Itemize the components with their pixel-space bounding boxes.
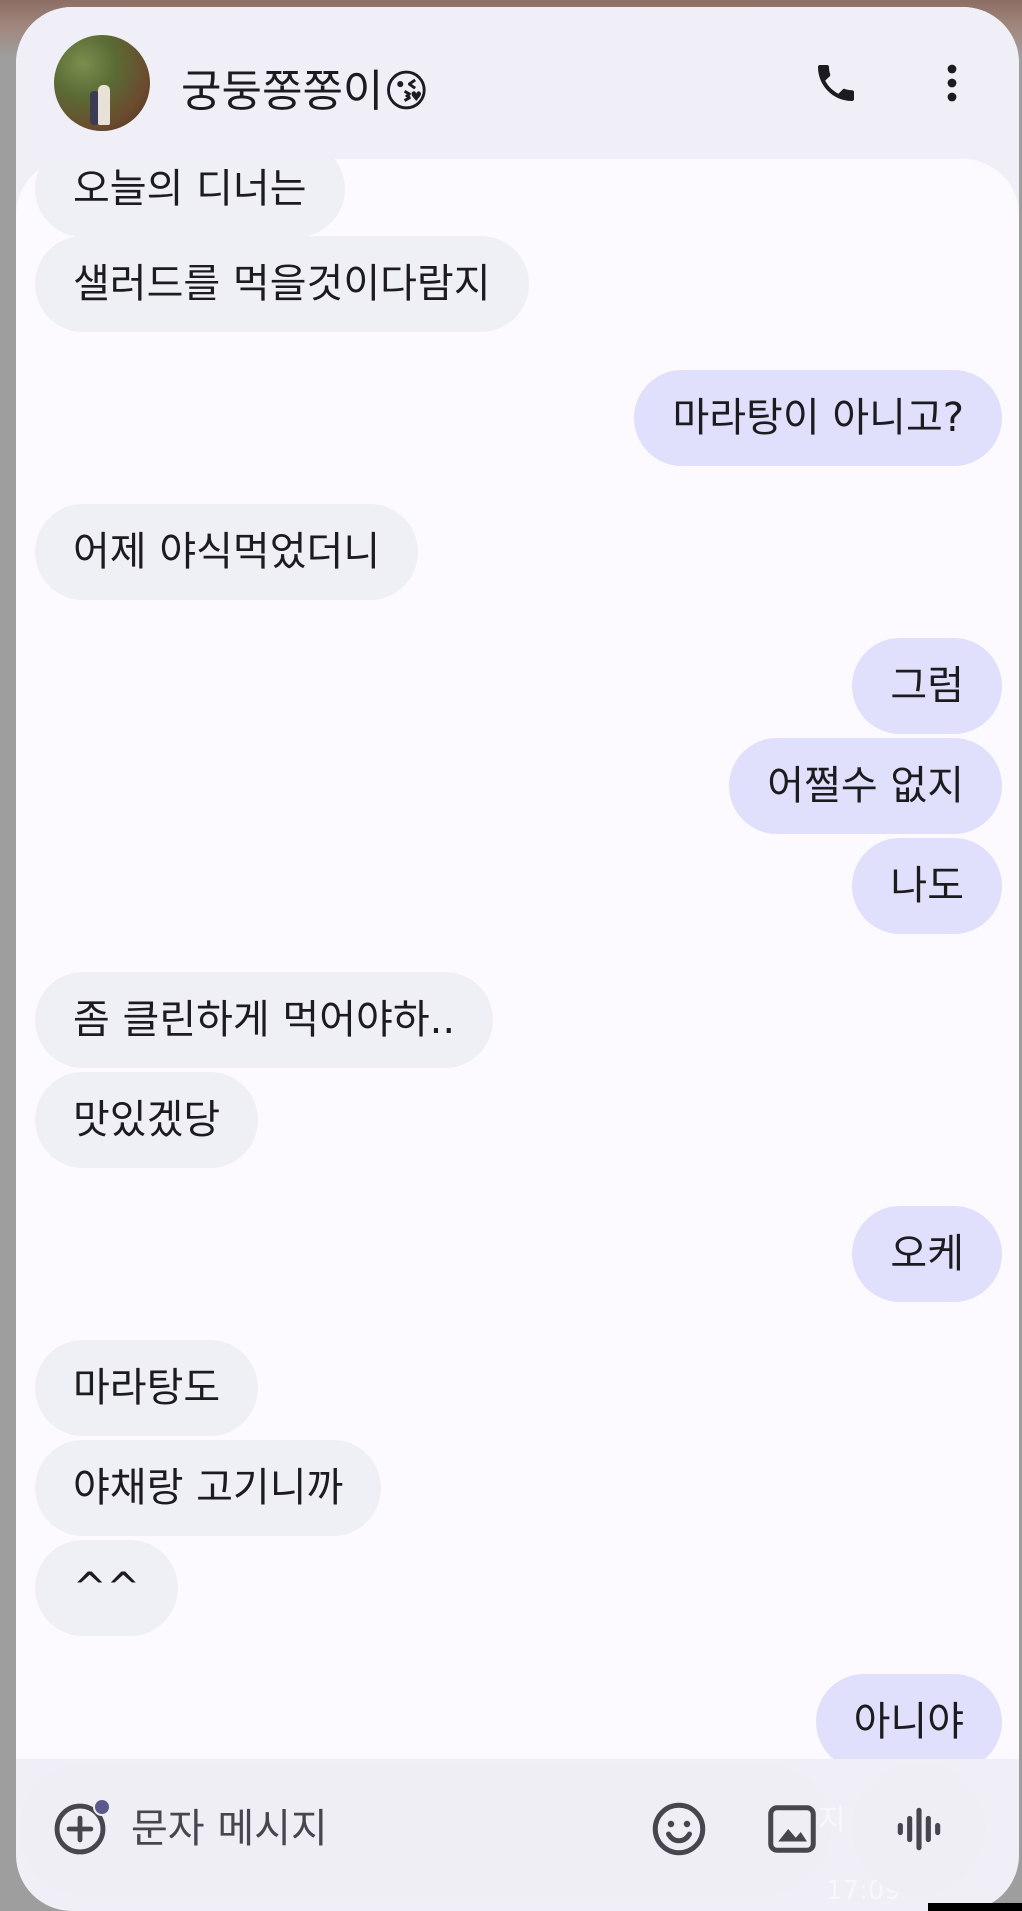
outgoing-message[interactable]: 나도 (852, 838, 1002, 934)
incoming-message[interactable]: 맛있겠당 (35, 1072, 259, 1168)
incoming-message[interactable]: 샐러드를 먹을것이다람지 (35, 236, 529, 332)
outgoing-message[interactable]: 그럼 (852, 638, 1002, 734)
incoming-message[interactable]: 야채랑 고기니까 (35, 1440, 382, 1536)
image-icon[interactable] (762, 1799, 822, 1859)
screen-corner (928, 1903, 1022, 1911)
outgoing-message[interactable]: 아니야 (815, 1674, 1002, 1759)
contact-avatar[interactable] (54, 35, 150, 131)
avatar-figure (98, 85, 110, 125)
incoming-message[interactable]: 어제 야식먹었더니 (35, 504, 419, 600)
incoming-message[interactable]: 좀 클린하게 먹어야하.. (35, 972, 494, 1068)
more-vert-icon[interactable] (922, 53, 982, 113)
outgoing-message[interactable]: 어쩔수 없지 (729, 738, 1002, 834)
incoming-message[interactable]: 오늘의 디너는 (35, 159, 345, 237)
outgoing-message[interactable]: 오케 (852, 1206, 1002, 1302)
message-composer (19, 1762, 831, 1896)
voice-waveform-icon (897, 1807, 941, 1851)
emoji-icon[interactable] (649, 1799, 709, 1859)
messaging-sheet: 궁둥쫑쫑이😘 오늘의 디너는 샐러드를 먹을것이다람지 마라탕이 아니고? 어제… (16, 7, 1019, 1911)
message-input[interactable] (131, 1762, 511, 1896)
message-list[interactable]: 오늘의 디너는 샐러드를 먹을것이다람지 마라탕이 아니고? 어제 야식먹었더니… (16, 159, 1019, 1759)
incoming-message[interactable]: 마라탕도 (35, 1340, 259, 1436)
contact-name[interactable]: 궁둥쫑쫑이😘 (181, 55, 429, 119)
incoming-message[interactable]: ^^ (35, 1540, 179, 1636)
voice-message-button[interactable] (852, 1762, 986, 1896)
obscured-preview-text: 지 (818, 1803, 846, 1838)
phone-icon[interactable] (806, 53, 866, 113)
conversation-header: 궁둥쫑쫑이😘 (16, 7, 1019, 165)
notification-dot (93, 1798, 111, 1816)
outgoing-message[interactable]: 마라탕이 아니고? (634, 370, 1002, 466)
